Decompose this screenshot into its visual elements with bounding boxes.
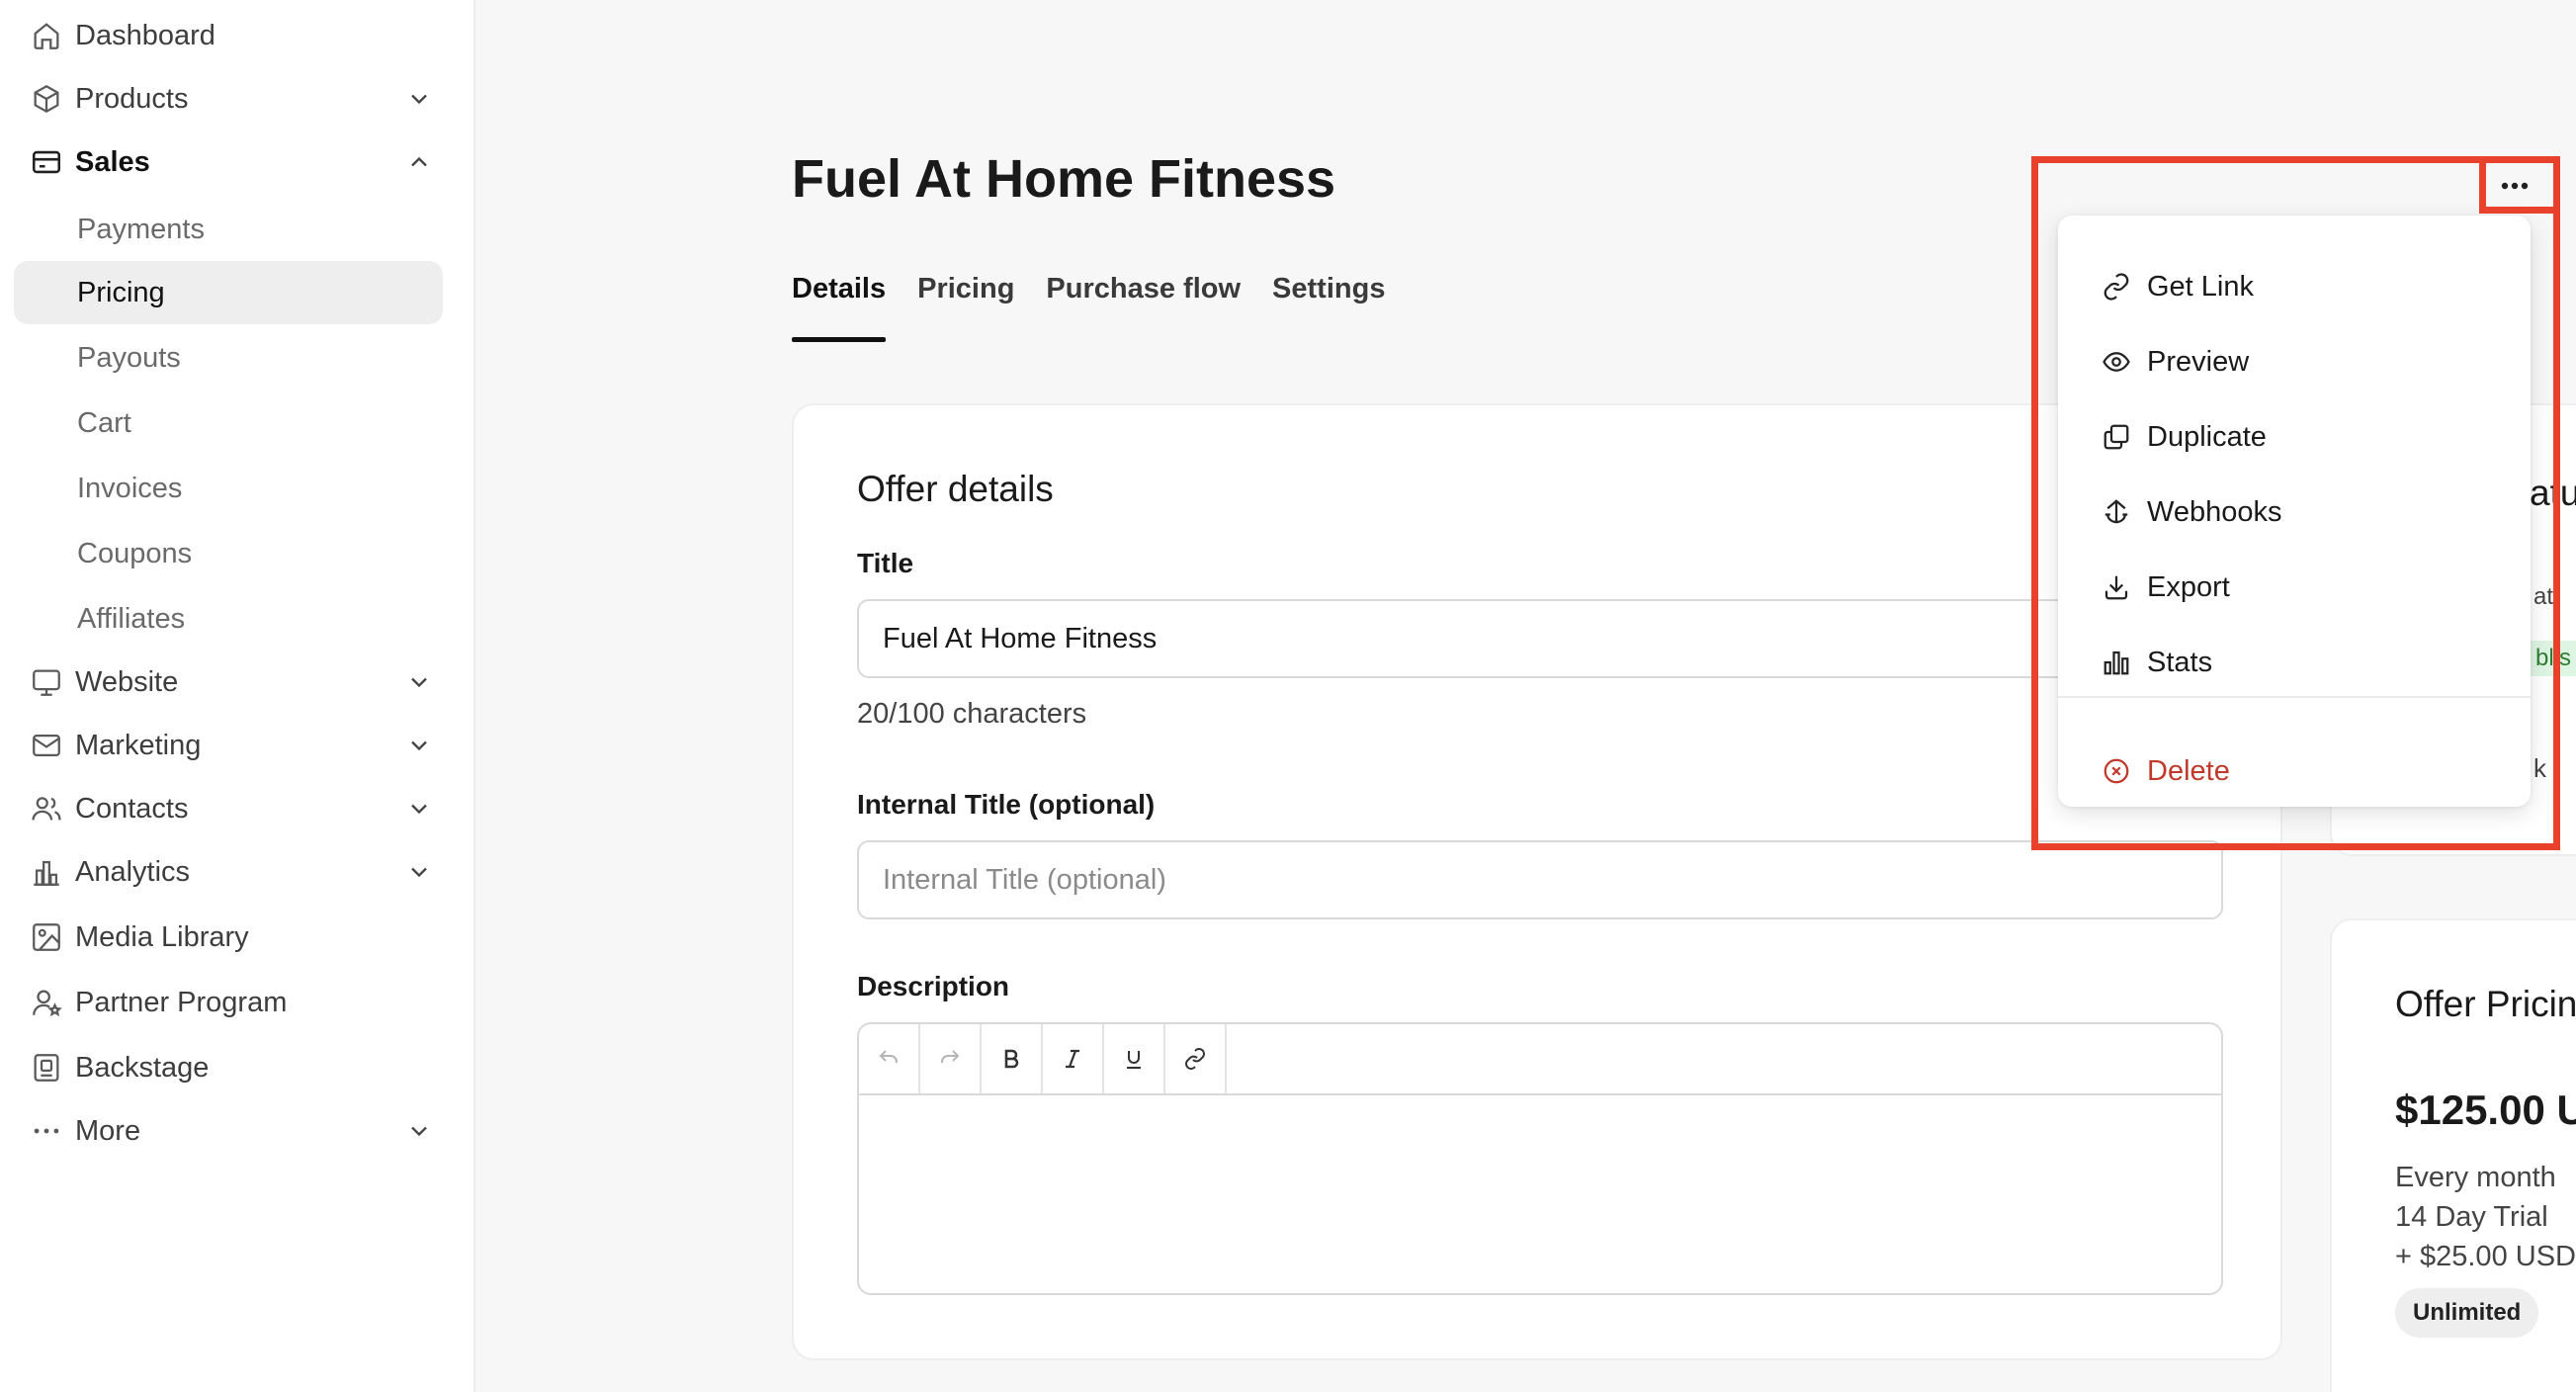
offer-pricing-card: Offer Pricin $125.00 U Every month 14 Da… — [2330, 918, 2576, 1392]
chevron-down-icon — [411, 740, 427, 751]
sidebar-item-media-library[interactable]: Media Library — [14, 908, 443, 967]
sidebar-item-label: Website — [75, 665, 179, 698]
sidebar-item-dashboard[interactable]: Dashboard — [14, 6, 443, 65]
trial-length: 14 Day Trial — [2395, 1201, 2548, 1233]
sidebar-item-partner-program[interactable]: Partner Program — [14, 973, 443, 1032]
chevron-down-icon — [411, 867, 427, 878]
sidebar-item-label: More — [75, 1114, 141, 1147]
quantity-badge: Unlimited — [2395, 1288, 2539, 1338]
tab-settings[interactable]: Settings — [1272, 269, 1385, 342]
sidebar-item-label: Backstage — [75, 1051, 210, 1084]
sidebar-subitem-coupons[interactable]: Coupons — [14, 522, 443, 585]
sidebar-item-label: Sales — [75, 145, 150, 178]
title-label: Title — [857, 548, 914, 578]
link-icon — [1185, 1048, 1205, 1070]
highlight-box-button — [2479, 156, 2560, 214]
tab-details[interactable]: Details — [792, 269, 887, 342]
sidebar-subitem-pricing[interactable]: Pricing — [14, 261, 443, 324]
ellipsis-icon — [34, 1128, 59, 1134]
offer-pricing-title: Offer Pricin — [2395, 984, 2576, 1024]
sidebar-item-label: Partner Program — [75, 986, 288, 1018]
sidebar-item-website[interactable]: Website — [14, 652, 443, 712]
box-icon — [34, 84, 59, 114]
chevron-down-icon — [411, 677, 427, 688]
users-icon — [32, 797, 61, 821]
editor-toolbar — [859, 1024, 2221, 1095]
partner-icon — [33, 990, 62, 1017]
sidebar-item-label: Contacts — [75, 792, 189, 825]
sidebar-subitem-payouts[interactable]: Payouts — [14, 326, 443, 390]
chevron-down-icon — [411, 1126, 427, 1137]
sidebar: Dashboard Products Sales Payments Pricin… — [0, 0, 475, 1392]
underline-button[interactable] — [1104, 1024, 1165, 1093]
setup-fee: + $25.00 USD — [2395, 1241, 2576, 1272]
undo-button[interactable] — [859, 1024, 920, 1093]
description-label: Description — [857, 971, 1010, 1001]
page-title: Fuel At Home Fitness — [792, 149, 1336, 209]
sidebar-item-more[interactable]: More — [14, 1101, 443, 1161]
chevron-down-icon — [411, 94, 427, 105]
price: $125.00 U — [2395, 1087, 2576, 1133]
tab-bar: Details Pricing Purchase flow Settings — [792, 269, 1417, 342]
monitor-icon — [33, 669, 60, 696]
sidebar-subitem-payments[interactable]: Payments — [14, 198, 443, 261]
sidebar-item-sales[interactable]: Sales — [14, 132, 443, 192]
internal-title-input[interactable]: Internal Title (optional) — [857, 840, 2223, 919]
internal-title-label: Internal Title (optional) — [857, 789, 1156, 820]
sidebar-item-label: Marketing — [75, 729, 202, 761]
title-input[interactable]: Fuel At Home Fitness — [857, 599, 2223, 678]
chevron-up-icon — [411, 156, 427, 167]
mail-icon — [33, 734, 60, 757]
bar-chart-icon — [34, 860, 59, 886]
title-char-count: 20/100 characters — [857, 698, 1087, 730]
sidebar-subitem-affiliates[interactable]: Affiliates — [14, 587, 443, 651]
italic-icon — [1066, 1049, 1079, 1069]
home-icon — [34, 23, 59, 49]
bold-icon — [1004, 1049, 1019, 1069]
bold-button[interactable] — [982, 1024, 1043, 1093]
sidebar-item-label: Dashboard — [75, 19, 215, 51]
sidebar-item-label: Media Library — [75, 920, 249, 953]
link-button[interactable] — [1165, 1024, 1227, 1093]
sidebar-item-label: Products — [75, 82, 189, 115]
tab-pricing[interactable]: Pricing — [917, 269, 1014, 342]
redo-icon — [941, 1050, 960, 1063]
sidebar-item-contacts[interactable]: Contacts — [14, 779, 443, 838]
sidebar-item-backstage[interactable]: Backstage — [14, 1038, 443, 1097]
card-icon — [32, 150, 61, 174]
highlight-box-menu — [2031, 156, 2560, 850]
sidebar-subitem-cart[interactable]: Cart — [14, 392, 443, 455]
italic-button[interactable] — [1043, 1024, 1104, 1093]
sidebar-item-analytics[interactable]: Analytics — [14, 842, 443, 902]
sidebar-item-label: Analytics — [75, 855, 191, 888]
redo-button[interactable] — [920, 1024, 982, 1093]
chevron-down-icon — [411, 804, 427, 815]
section-title: Offer details — [857, 469, 1054, 509]
image-icon — [33, 923, 60, 951]
undo-icon — [879, 1050, 898, 1063]
tab-purchase-flow[interactable]: Purchase flow — [1046, 269, 1241, 342]
sidebar-item-marketing[interactable]: Marketing — [14, 716, 443, 775]
billing-interval: Every month — [2395, 1162, 2556, 1193]
description-editor — [857, 1022, 2223, 1295]
sidebar-subitem-invoices[interactable]: Invoices — [14, 457, 443, 520]
underline-icon — [1127, 1051, 1141, 1069]
sidebar-item-products[interactable]: Products — [14, 69, 443, 129]
editor-content-area[interactable] — [859, 1095, 2221, 1293]
backstage-icon — [34, 1054, 59, 1082]
